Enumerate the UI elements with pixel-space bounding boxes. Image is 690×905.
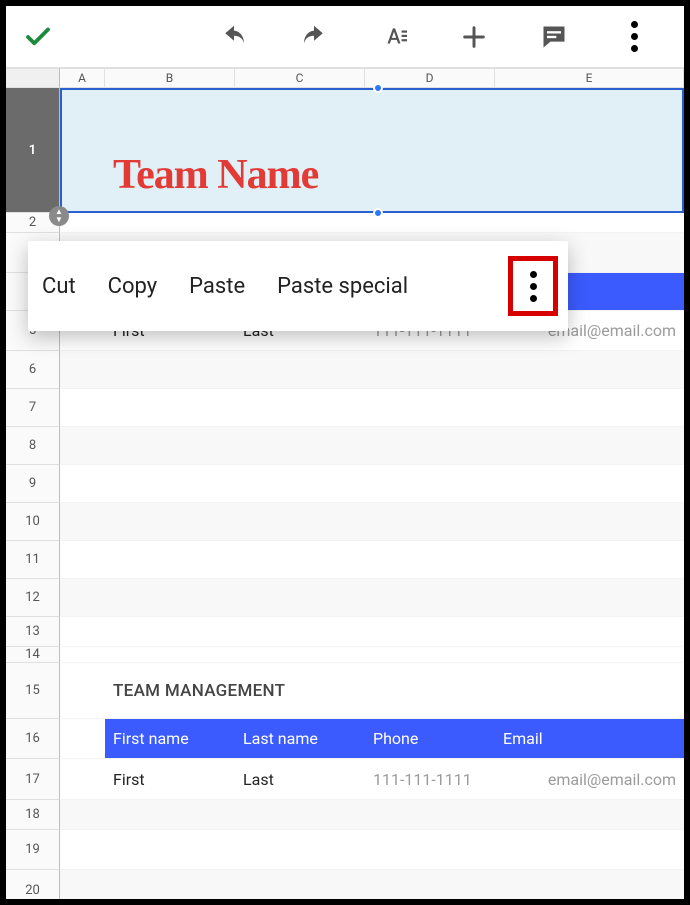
cell-a6[interactable] <box>60 351 105 388</box>
cell-a11[interactable] <box>60 541 684 578</box>
grid-body: 1 2 3 4 5 6 7 8 9 10 11 12 13 14 15 16 1… <box>6 88 684 905</box>
cell-e17[interactable]: email@email.com <box>495 759 684 799</box>
cell-a16[interactable] <box>60 719 105 758</box>
insert-button[interactable] <box>452 15 496 59</box>
row-header-6[interactable]: 6 <box>6 351 60 389</box>
col-header-a[interactable]: A <box>60 68 105 88</box>
row-header-7[interactable]: 7 <box>6 389 60 427</box>
plus-icon <box>460 23 488 51</box>
cell-a20[interactable] <box>60 870 105 905</box>
comment-button[interactable] <box>532 15 576 59</box>
cell-a15[interactable] <box>60 663 105 718</box>
ctx-paste-special[interactable]: Paste special <box>273 268 412 305</box>
redo-button[interactable] <box>292 15 336 59</box>
col-header-e[interactable]: E <box>495 68 684 88</box>
cell-title[interactable]: Team Name <box>105 88 684 212</box>
row-header-14[interactable]: 14 <box>6 647 60 663</box>
more-button[interactable] <box>612 15 656 59</box>
ctx-cut[interactable]: Cut <box>38 268 80 305</box>
row-header-12[interactable]: 12 <box>6 579 60 617</box>
cells-area[interactable]: ▲▼ Team Name First La <box>60 88 684 905</box>
cell-e16[interactable]: Email <box>495 719 684 758</box>
row-header-18[interactable]: 18 <box>6 800 60 830</box>
row-header-10[interactable]: 10 <box>6 503 60 541</box>
app-frame: A B C D E 1 2 3 4 5 6 7 8 9 10 11 12 13 … <box>0 0 690 905</box>
cell-d16[interactable]: Phone <box>365 719 495 758</box>
col-header-b[interactable]: B <box>105 68 235 88</box>
redo-icon <box>299 24 329 50</box>
ctx-paste[interactable]: Paste <box>185 268 249 305</box>
select-all-corner[interactable] <box>6 68 60 88</box>
cell-a19[interactable] <box>60 830 684 869</box>
more-vert-icon <box>530 271 537 302</box>
row-header-19[interactable]: 19 <box>6 830 60 870</box>
ctx-more-button[interactable] <box>530 271 537 302</box>
cell-a13[interactable] <box>60 617 684 646</box>
column-headers: A B C D E <box>6 68 684 88</box>
row-header-1[interactable]: 1 <box>6 88 60 213</box>
cell-section2-title[interactable]: TEAM MANAGEMENT <box>105 663 684 718</box>
checkmark-icon <box>23 22 53 52</box>
row-header-16[interactable]: 16 <box>6 719 60 759</box>
comment-icon <box>539 23 569 51</box>
cell-a12[interactable] <box>60 579 105 616</box>
cell-b16[interactable]: First name <box>105 719 235 758</box>
row-header-17[interactable]: 17 <box>6 759 60 800</box>
row-header-11[interactable]: 11 <box>6 541 60 579</box>
col-header-c[interactable]: C <box>235 68 365 88</box>
cell-a7[interactable] <box>60 389 684 426</box>
cell-a14[interactable] <box>60 647 684 662</box>
undo-button[interactable] <box>212 15 256 59</box>
row-header-15[interactable]: 15 <box>6 663 60 719</box>
cell-a9[interactable] <box>60 465 684 502</box>
undo-icon <box>219 24 249 50</box>
cell-a1[interactable] <box>60 88 105 212</box>
cell-a18[interactable] <box>60 800 105 829</box>
row-header-9[interactable]: 9 <box>6 465 60 503</box>
text-format-icon <box>379 24 409 50</box>
cell-c16[interactable]: Last name <box>235 719 365 758</box>
cell-a10[interactable] <box>60 503 105 540</box>
ctx-more-highlight <box>508 256 558 316</box>
cell-a8[interactable] <box>60 427 105 464</box>
row-header-20[interactable]: 20 <box>6 870 60 905</box>
ctx-copy[interactable]: Copy <box>104 268 162 305</box>
text-format-button[interactable] <box>372 15 416 59</box>
row-header-8[interactable]: 8 <box>6 427 60 465</box>
toolbar <box>6 6 684 68</box>
cell-b17[interactable]: First <box>105 759 235 799</box>
col-header-d[interactable]: D <box>365 68 495 88</box>
context-menu: Cut Copy Paste Paste special <box>28 241 568 331</box>
cell-a2[interactable] <box>60 213 684 232</box>
cell-c17[interactable]: Last <box>235 759 365 799</box>
row-header-13[interactable]: 13 <box>6 617 60 647</box>
cell-a17[interactable] <box>60 759 105 799</box>
cell-d17[interactable]: 111-111-1111 <box>365 759 495 799</box>
more-vert-icon <box>631 21 638 52</box>
confirm-button[interactable] <box>16 15 60 59</box>
